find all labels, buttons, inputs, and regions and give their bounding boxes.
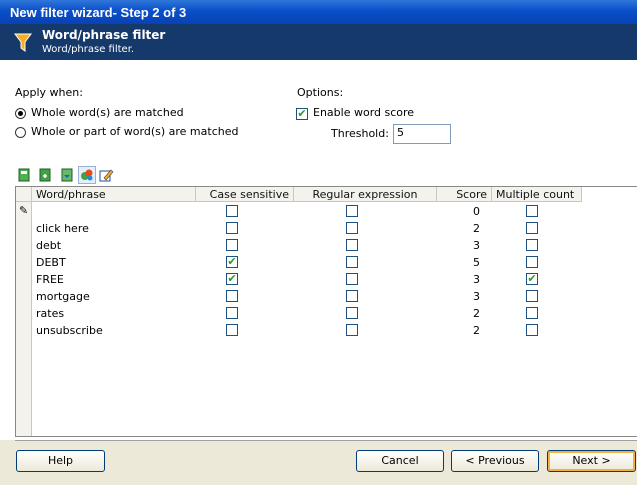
multiple-count-checkbox[interactable] <box>526 273 538 285</box>
cell-word[interactable]: rates <box>36 306 64 321</box>
multiple-count-checkbox[interactable] <box>526 205 538 217</box>
regex-checkbox[interactable] <box>346 239 358 251</box>
table-row[interactable]: ✎ 0 <box>16 203 582 220</box>
table-row[interactable]: DEBT 5 <box>16 254 582 271</box>
cell-score[interactable]: 3 <box>437 289 480 304</box>
col-header-regex[interactable]: Regular expression <box>294 187 437 202</box>
case-sensitive-checkbox[interactable] <box>226 273 238 285</box>
multiple-count-checkbox[interactable] <box>526 290 538 302</box>
editing-pencil-icon: ✎ <box>19 204 29 217</box>
table-row[interactable]: mortgage 3 <box>16 288 582 305</box>
col-header-multiple-count[interactable]: Multiple count <box>492 187 582 202</box>
grid-corner-header <box>16 187 32 202</box>
table-row[interactable]: FREE 3 <box>16 271 582 288</box>
cell-word[interactable]: mortgage <box>36 289 90 304</box>
col-header-case-sensitive[interactable]: Case sensitive <box>196 187 294 202</box>
enable-word-score-label[interactable]: Enable word score <box>313 106 414 119</box>
radio-whole-words[interactable] <box>15 108 26 119</box>
apply-when-label: Apply when: <box>15 86 83 99</box>
options-label: Options: <box>297 86 344 99</box>
cell-score[interactable]: 3 <box>437 238 480 253</box>
regex-checkbox[interactable] <box>346 324 358 336</box>
regex-checkbox[interactable] <box>346 290 358 302</box>
radio-part-words[interactable] <box>15 127 26 138</box>
add-icon[interactable] <box>16 167 32 183</box>
cell-score[interactable]: 2 <box>437 323 480 338</box>
regex-checkbox[interactable] <box>346 307 358 319</box>
next-button[interactable]: Next > <box>547 450 636 472</box>
cell-score[interactable]: 3 <box>437 272 480 287</box>
multiple-count-checkbox[interactable] <box>526 222 538 234</box>
wizard-header: Word/phrase filter Word/phrase filter. <box>0 24 637 60</box>
case-sensitive-checkbox[interactable] <box>226 222 238 234</box>
previous-button[interactable]: < Previous <box>451 450 539 472</box>
col-header-word[interactable]: Word/phrase <box>32 187 196 202</box>
cell-word[interactable]: DEBT <box>36 255 66 270</box>
word-phrase-grid[interactable]: Word/phrase Case sensitive Regular expre… <box>15 186 637 437</box>
edit-icon[interactable] <box>98 167 114 183</box>
table-row[interactable]: debt 3 <box>16 237 582 254</box>
multiple-count-checkbox[interactable] <box>526 256 538 268</box>
table-row[interactable]: click here 2 <box>16 220 582 237</box>
case-sensitive-checkbox[interactable] <box>226 239 238 251</box>
multiple-count-checkbox[interactable] <box>526 307 538 319</box>
wizard-window: New filter wizard- Step 2 of 3 Word/phra… <box>0 0 637 485</box>
filter-icon[interactable] <box>78 166 96 184</box>
multiple-count-checkbox[interactable] <box>526 239 538 251</box>
threshold-label: Threshold: <box>331 127 389 140</box>
header-title: Word/phrase filter <box>42 28 166 42</box>
cell-word[interactable]: debt <box>36 238 61 253</box>
window-title: New filter wizard- Step 2 of 3 <box>10 5 187 20</box>
regex-checkbox[interactable] <box>346 205 358 217</box>
col-header-score[interactable]: Score <box>437 187 492 202</box>
case-sensitive-checkbox[interactable] <box>226 290 238 302</box>
title-bar[interactable]: New filter wizard- Step 2 of 3 <box>0 0 637 24</box>
threshold-input[interactable]: 5 <box>393 124 451 144</box>
insert-icon[interactable] <box>37 167 53 183</box>
case-sensitive-checkbox[interactable] <box>226 324 238 336</box>
cell-score[interactable]: 2 <box>437 221 480 236</box>
help-button[interactable]: Help <box>16 450 105 472</box>
case-sensitive-checkbox[interactable] <box>226 307 238 319</box>
cell-score[interactable]: 5 <box>437 255 480 270</box>
case-sensitive-checkbox[interactable] <box>226 256 238 268</box>
case-sensitive-checkbox[interactable] <box>226 205 238 217</box>
cell-word[interactable]: FREE <box>36 272 64 287</box>
radio-whole-words-label[interactable]: Whole word(s) are matched <box>31 106 184 119</box>
table-row[interactable]: unsubscribe 2 <box>16 322 582 339</box>
import-icon[interactable] <box>59 167 75 183</box>
multiple-count-checkbox[interactable] <box>526 324 538 336</box>
regex-checkbox[interactable] <box>346 273 358 285</box>
table-row[interactable]: rates 2 <box>16 305 582 322</box>
regex-checkbox[interactable] <box>346 256 358 268</box>
enable-word-score-checkbox[interactable] <box>296 108 308 120</box>
cell-score[interactable]: 0 <box>437 204 480 219</box>
regex-checkbox[interactable] <box>346 222 358 234</box>
footer-divider <box>15 440 637 441</box>
header-subtitle: Word/phrase filter. <box>42 44 135 55</box>
filter-funnel-icon <box>14 33 32 52</box>
cancel-button[interactable]: Cancel <box>356 450 444 472</box>
radio-part-words-label[interactable]: Whole or part of word(s) are matched <box>31 125 238 138</box>
cell-word[interactable]: unsubscribe <box>36 323 103 338</box>
cell-word[interactable]: click here <box>36 221 89 236</box>
cell-score[interactable]: 2 <box>437 306 480 321</box>
